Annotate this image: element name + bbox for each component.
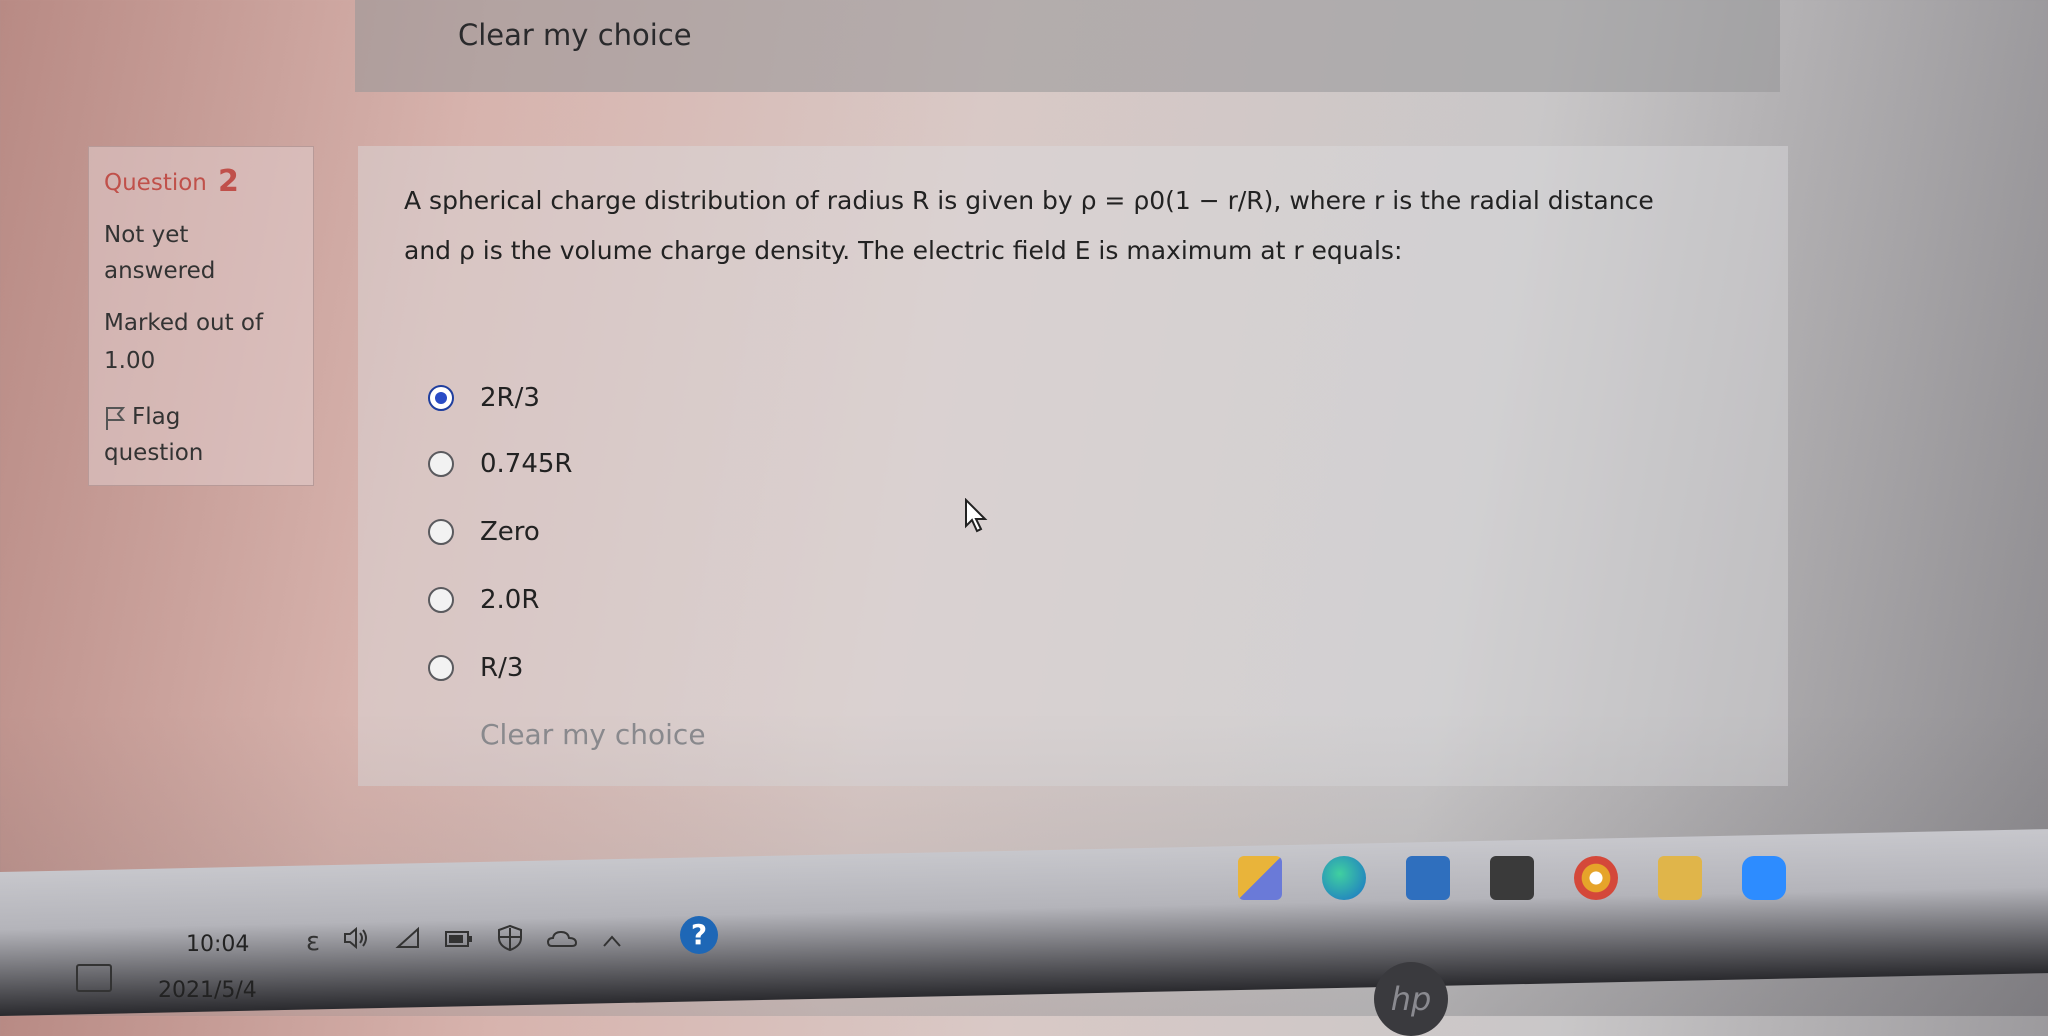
- cloud-icon[interactable]: [546, 927, 578, 957]
- wifi-icon[interactable]: [394, 925, 422, 958]
- option-3[interactable]: Zero: [428, 514, 540, 550]
- status-line-1: Not yet: [104, 222, 189, 248]
- option-5-label[interactable]: R/3: [480, 653, 523, 683]
- edge-icon[interactable]: [1322, 856, 1366, 900]
- store-bag-icon[interactable]: [1490, 856, 1534, 900]
- question-number: 2: [218, 164, 239, 199]
- ime-indicator[interactable]: ε: [306, 927, 320, 957]
- option-3-label[interactable]: Zero: [480, 517, 540, 547]
- tray-time[interactable]: 10:04: [186, 932, 249, 957]
- radio-option-5[interactable]: [428, 655, 454, 681]
- option-4-label[interactable]: 2.0R: [480, 585, 539, 615]
- radio-option-4[interactable]: [428, 587, 454, 613]
- security-icon[interactable]: [496, 924, 524, 959]
- file-explorer-icon[interactable]: [1658, 856, 1702, 900]
- question-text-line-2: and ρ is the volume charge density. The …: [404, 236, 1403, 265]
- tray-date[interactable]: 2021/5/4: [158, 978, 257, 1003]
- question-label: Question: [104, 170, 207, 196]
- notification-icon[interactable]: [76, 964, 112, 992]
- chrome-icon[interactable]: [1574, 856, 1618, 900]
- flag-question-button[interactable]: Flag: [104, 404, 180, 431]
- windows-store-icon[interactable]: [1238, 856, 1282, 900]
- option-1[interactable]: 2R/3: [428, 380, 540, 416]
- question-text-line-1: A spherical charge distribution of radiu…: [404, 186, 1654, 215]
- status-line-2: answered: [104, 258, 216, 284]
- option-1-label[interactable]: 2R/3: [480, 383, 540, 413]
- system-tray: ε: [306, 924, 624, 959]
- hp-logo: hp: [1374, 962, 1448, 1036]
- marked-line-1: Marked out of: [104, 310, 264, 336]
- taskbar-apps: [1238, 856, 1786, 900]
- chevron-up-icon[interactable]: [600, 927, 624, 957]
- clear-choice-link-top[interactable]: Clear my choice: [458, 18, 692, 52]
- mouse-cursor-icon: [964, 497, 990, 538]
- option-2-label[interactable]: 0.745R: [480, 449, 573, 479]
- radio-option-2[interactable]: [428, 451, 454, 477]
- flag-label-1[interactable]: Flag: [132, 404, 180, 430]
- speaker-icon[interactable]: [342, 925, 372, 958]
- radio-option-3[interactable]: [428, 519, 454, 545]
- help-icon[interactable]: ?: [680, 916, 718, 954]
- radio-option-1[interactable]: [428, 385, 454, 411]
- clear-choice-link-bottom[interactable]: Clear my choice: [480, 718, 706, 751]
- flag-label-2[interactable]: question: [104, 440, 203, 466]
- option-4[interactable]: 2.0R: [428, 582, 539, 618]
- option-2[interactable]: 0.745R: [428, 446, 573, 482]
- mail-icon[interactable]: [1406, 856, 1450, 900]
- battery-icon[interactable]: [444, 927, 474, 957]
- option-5[interactable]: R/3: [428, 650, 523, 686]
- flag-icon: [104, 405, 126, 431]
- zoom-icon[interactable]: [1742, 856, 1786, 900]
- marked-line-2: 1.00: [104, 348, 156, 374]
